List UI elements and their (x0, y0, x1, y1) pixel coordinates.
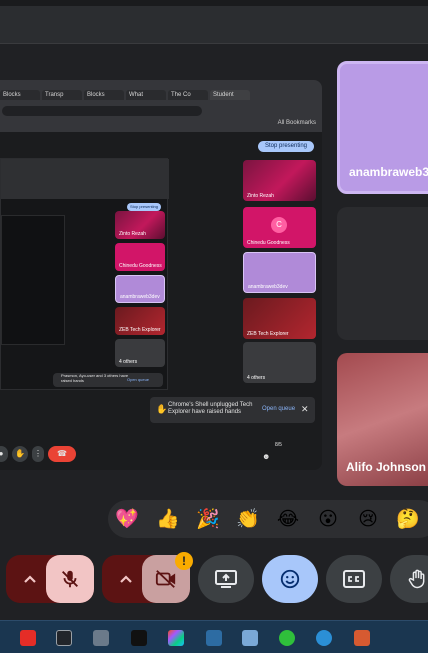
nested-more-button: ⋮ (32, 446, 44, 462)
phone-icon[interactable] (279, 630, 295, 646)
stage-thumb: anambraweb3dev (243, 252, 316, 293)
nested-hand-button: ✋ (12, 446, 28, 462)
mic-options-button[interactable] (14, 555, 46, 603)
participant-tile[interactable]: Alifo Johnson (337, 353, 428, 486)
nested-mic-button: ● (0, 446, 8, 462)
nested-thumb-caption: ZEB Tech Explorer (119, 327, 161, 333)
chevron-up-icon (120, 575, 132, 583)
stage-thumb: C Chinedu Goodness (243, 207, 316, 248)
reaction-thinking[interactable]: 🤔 (395, 506, 421, 532)
nested-browser-chrome (1, 159, 169, 199)
participant-name: anambraweb3 (349, 165, 428, 179)
browser-tab-active[interactable]: Student (210, 90, 250, 100)
browser-tab[interactable]: The Co (168, 90, 208, 100)
camera-options-button[interactable] (110, 555, 142, 603)
participant-tile[interactable] (337, 207, 428, 340)
nested-screen: Stop presenting Zinto Rezah Chinedu Good… (0, 158, 169, 390)
meet-window: Blocks Transp Blocks What The Co Student… (0, 0, 428, 653)
nested-toast-message: Prasmon, Ayo-user and 3 others have rais… (61, 373, 129, 383)
nested-thumb: Zinto Rezah (115, 211, 165, 239)
nested-screen-inner (1, 215, 65, 345)
figma-icon[interactable] (168, 630, 184, 646)
calculator-icon[interactable] (93, 630, 109, 646)
stage-thumb-caption: ZEB Tech Explorer (247, 331, 289, 337)
people-count: 8/5 (275, 442, 282, 448)
reaction-joy[interactable]: 😂 (275, 506, 301, 532)
stage-thumb-caption: anambraweb3dev (248, 284, 288, 290)
browser-tabs: Blocks Transp Blocks What The Co Student (0, 90, 322, 102)
present-screen-button[interactable] (198, 555, 254, 603)
avatar: C (271, 217, 287, 233)
raise-hand-button[interactable] (390, 555, 428, 603)
reaction-crying[interactable]: 😢 (355, 506, 381, 532)
bookmarks-label[interactable]: All Bookmarks (278, 120, 316, 126)
presentation-stage[interactable]: Blocks Transp Blocks What The Co Student… (0, 80, 322, 470)
stage-thumb-caption: 4 others (247, 375, 266, 381)
browser-tab[interactable]: Blocks (0, 90, 40, 100)
top-bar (0, 0, 428, 44)
captions-icon (343, 570, 365, 588)
stage-thumb: Zinto Rezah (243, 160, 316, 201)
stage-thumb: ZEB Tech Explorer (243, 298, 316, 339)
nested-raise-hand-toast: Prasmon, Ayo-user and 3 others have rais… (53, 373, 163, 387)
reaction-clapping[interactable]: 👏 (235, 506, 261, 532)
address-bar[interactable] (2, 106, 202, 116)
nested-thumb-caption: 4 others (119, 359, 138, 365)
title-strip (0, 0, 428, 6)
nested-stop-presenting: Stop presenting (127, 203, 161, 211)
ai-app-icon[interactable] (56, 630, 72, 646)
open-queue-link[interactable]: Open queue (262, 406, 295, 412)
browser-tab[interactable]: Transp (42, 90, 82, 100)
captions-button[interactable] (326, 555, 382, 603)
nested-toast-action: Open queue (127, 377, 150, 382)
emoji-icon (280, 569, 300, 589)
stage-thumb: 4 others (243, 342, 316, 383)
hand-icon (408, 569, 425, 589)
raise-hand-toast: ✋ Chrome's Shell unplugged Tech Explorer… (150, 397, 315, 423)
keyboard-icon[interactable] (206, 630, 222, 646)
nested-leave-button: ☎ (48, 446, 76, 462)
people-icon: ☻ (262, 452, 271, 461)
hand-icon: ✋ (156, 404, 168, 414)
mic-toggle-button[interactable] (46, 555, 94, 603)
reaction-sparkling-heart[interactable]: 💖 (114, 506, 140, 532)
eye-icon[interactable] (316, 630, 332, 646)
nested-thumb: 4 others (115, 339, 165, 367)
taskbar (0, 620, 428, 653)
warning-badge: ! (175, 552, 193, 570)
office-icon[interactable] (354, 630, 370, 646)
reaction-party-popper[interactable]: 🎉 (195, 506, 221, 532)
chevron-up-icon (24, 575, 36, 583)
nested-thumb: anambraweb3dev (115, 275, 165, 303)
mic-off-icon (62, 570, 78, 588)
camera-off-icon (155, 570, 176, 588)
browser-chrome: Blocks Transp Blocks What The Co Student… (0, 80, 322, 132)
close-icon[interactable]: ✕ (301, 404, 309, 415)
stop-presenting-button[interactable]: Stop presenting (258, 141, 314, 152)
reaction-thumbs-up[interactable]: 👍 (155, 506, 181, 532)
toast-message: Chrome's Shell unplugged Tech Explorer h… (168, 402, 253, 415)
nested-thumb: ZEB Tech Explorer (115, 307, 165, 335)
nested-thumb-caption: Chinedu Goodness (119, 263, 162, 269)
paint-icon[interactable] (242, 630, 258, 646)
stage-thumb-caption: Chinedu Goodness (247, 240, 290, 246)
nested-thumb: Chinedu Goodness (115, 243, 165, 271)
reaction-surprised[interactable]: 😮 (315, 506, 341, 532)
browser-tab[interactable]: What (126, 90, 166, 100)
reactions-button[interactable] (262, 555, 318, 603)
browser-tab[interactable]: Blocks (84, 90, 124, 100)
present-screen-icon (215, 570, 237, 588)
participant-name: Alifo Johnson (346, 460, 426, 474)
reactions-bar: 💖 👍 🎉 👏 😂 😮 😢 🤔 (108, 500, 428, 538)
terminal-icon[interactable] (131, 630, 147, 646)
stage-thumb-caption: Zinto Rezah (247, 193, 274, 199)
nested-thumb-caption: anambraweb3dev (120, 294, 160, 300)
nested-thumb-caption: Zinto Rezah (119, 231, 146, 237)
participant-tile[interactable]: anambraweb3 (337, 61, 428, 194)
youtube-icon[interactable] (20, 630, 36, 646)
nested-controls: ● ✋ ⋮ ☎ (0, 446, 80, 462)
